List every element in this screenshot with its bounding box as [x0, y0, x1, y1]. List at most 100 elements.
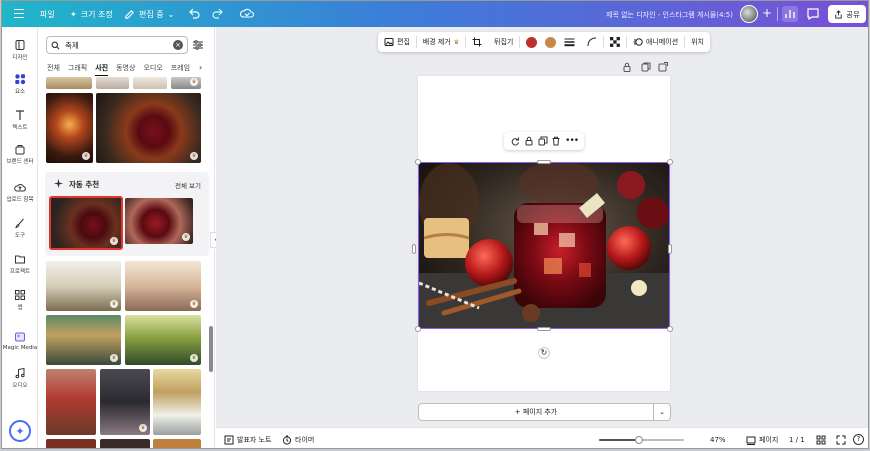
photo-thumbnail[interactable]: ♛ — [125, 261, 201, 311]
tab-graphics[interactable]: 그래픽 — [68, 63, 87, 76]
resize-button[interactable]: ✦ 크기 조정 — [70, 9, 113, 20]
resize-handle-edge[interactable] — [537, 160, 551, 164]
lock-icon[interactable] — [621, 61, 633, 73]
tab-audio[interactable]: 오디오 — [143, 63, 162, 76]
edit-mode-dropdown[interactable]: 편집 중 ⌄ — [124, 9, 174, 20]
crop-button[interactable] — [466, 37, 488, 47]
photo-thumbnail[interactable]: ♛ — [46, 93, 93, 163]
photo-thumbnail[interactable] — [153, 369, 201, 435]
see-all-link[interactable]: 전체 보기 — [175, 180, 201, 190]
magic-assistant-button[interactable]: ✦ — [9, 420, 31, 442]
image-toolbar: 편집 배경 제거 ♛ 뒤집기 애니메이션 위치 — [378, 32, 710, 52]
photo-thumbnail[interactable] — [100, 439, 150, 448]
music-note-icon — [15, 367, 25, 379]
trash-icon[interactable] — [551, 136, 561, 146]
photo-thumbnail[interactable]: ♛ — [125, 198, 193, 244]
zoom-slider[interactable] — [599, 436, 684, 444]
more-options-icon[interactable]: ••• — [565, 136, 579, 146]
menu-icon[interactable] — [14, 9, 24, 18]
photo-thumbnail[interactable] — [153, 439, 201, 448]
border-style-button[interactable] — [558, 37, 581, 47]
lock-icon[interactable] — [524, 136, 534, 146]
add-collaborator-icon[interactable]: + — [760, 7, 774, 21]
chevron-right-icon[interactable]: › — [199, 63, 202, 72]
photo-thumbnail[interactable] — [133, 77, 167, 89]
document-title[interactable]: 제목 없는 디자인 - 인스타그램 게시물(4:5) — [606, 10, 733, 20]
transparency-button[interactable] — [604, 37, 626, 47]
color-swatch-button[interactable] — [520, 36, 543, 48]
resize-handle[interactable] — [667, 159, 673, 165]
avatar[interactable] — [740, 5, 758, 23]
crop-icon — [472, 37, 482, 47]
tab-all[interactable]: 전체 — [47, 63, 60, 76]
selected-image[interactable] — [418, 162, 670, 329]
notes-button[interactable]: 발표자 노트 — [224, 435, 271, 445]
position-button[interactable]: 위치 — [685, 37, 710, 47]
resize-handle[interactable] — [415, 159, 421, 165]
rail-item-audio[interactable]: 오디오 — [2, 367, 38, 389]
redo-icon[interactable] — [212, 7, 224, 19]
grid-view-icon[interactable] — [816, 435, 826, 445]
tab-photos[interactable]: 사진 — [95, 63, 109, 76]
duplicate-icon[interactable] — [538, 136, 548, 146]
file-menu[interactable]: 파일 — [40, 9, 55, 20]
search-input[interactable]: 축제 × — [46, 36, 188, 54]
photo-thumbnail[interactable]: ♛ — [96, 93, 201, 163]
insights-icon[interactable] — [782, 6, 798, 22]
panel-scrollbar[interactable] — [209, 326, 213, 372]
photo-thumbnail[interactable]: ♛ — [125, 315, 201, 365]
add-page-icon[interactable] — [657, 61, 669, 73]
edit-image-button[interactable]: 편집 — [378, 37, 416, 47]
corner-rounding-button[interactable] — [581, 37, 603, 47]
resize-handle[interactable] — [667, 326, 673, 332]
clear-search-icon[interactable]: × — [173, 40, 183, 50]
photo-thumbnail[interactable] — [46, 369, 96, 435]
resize-handle-edge[interactable] — [537, 327, 551, 331]
photo-thumbnail[interactable]: ♛ — [46, 315, 121, 365]
resize-handle-edge[interactable] — [668, 244, 672, 254]
photo-thumbnail[interactable]: ♛ — [100, 369, 150, 435]
bg-remove-button[interactable]: 배경 제거 ♛ — [417, 37, 465, 47]
photo-thumbnail[interactable] — [46, 439, 96, 448]
photo-thumbnail[interactable]: ♛ — [46, 261, 121, 311]
photo-thumbnail-selected[interactable]: ♛ — [49, 196, 123, 250]
add-page-dropdown[interactable]: ⌄ — [653, 403, 671, 421]
cloud-check-icon[interactable] — [240, 7, 254, 19]
tab-frames[interactable]: 프레임 — [171, 63, 190, 76]
rotate-handle-icon[interactable]: ↻ — [538, 347, 550, 359]
timer-label: 타이머 — [295, 436, 315, 444]
share-button[interactable]: 공유 — [828, 5, 866, 23]
rail-item-text[interactable]: 텍스트 — [2, 109, 38, 131]
premium-crown-icon: ♛ — [110, 354, 118, 362]
tab-videos[interactable]: 동영상 — [116, 63, 135, 76]
rail-item-apps[interactable]: 앱 — [2, 289, 38, 311]
undo-icon[interactable] — [188, 7, 200, 19]
zoom-slider-knob[interactable] — [634, 436, 643, 444]
pages-button[interactable]: 페이지 — [746, 435, 778, 445]
photo-thumbnail[interactable] — [96, 77, 129, 89]
resize-handle-edge[interactable] — [412, 244, 416, 254]
rail-item-design[interactable]: 디자인 — [2, 39, 38, 61]
animate-button[interactable]: 애니메이션 — [627, 37, 684, 47]
rail-item-tools[interactable]: 도구 — [2, 217, 38, 239]
comment-icon[interactable] — [805, 6, 821, 22]
rail-item-projects[interactable]: 프로젝트 — [2, 253, 38, 275]
zoom-level[interactable]: 47% — [710, 436, 726, 444]
rail-item-brand[interactable]: 브랜드 센터 — [2, 143, 38, 165]
timer-button[interactable]: 타이머 — [282, 435, 314, 445]
duplicate-page-icon[interactable] — [640, 61, 652, 73]
photo-thumbnail[interactable]: ♛ — [171, 77, 201, 89]
filter-icon[interactable] — [192, 39, 204, 51]
color-swatch-button[interactable] — [543, 36, 558, 48]
add-page-button[interactable]: + 페이지 추가 — [418, 403, 654, 421]
resize-handle[interactable] — [415, 326, 421, 332]
rail-item-elements[interactable]: 요소 — [2, 73, 38, 95]
replace-icon[interactable] — [510, 136, 520, 146]
help-icon[interactable]: ? — [853, 434, 864, 445]
rail-item-magic-media[interactable]: Magic Media — [2, 331, 38, 351]
rail-item-uploads[interactable]: 업로드 항목 — [2, 181, 38, 203]
fullscreen-icon[interactable] — [836, 435, 846, 445]
photo-thumbnail[interactable] — [46, 77, 92, 89]
chevron-down-icon: ⌄ — [167, 10, 175, 19]
flip-button[interactable]: 뒤집기 — [488, 37, 519, 47]
